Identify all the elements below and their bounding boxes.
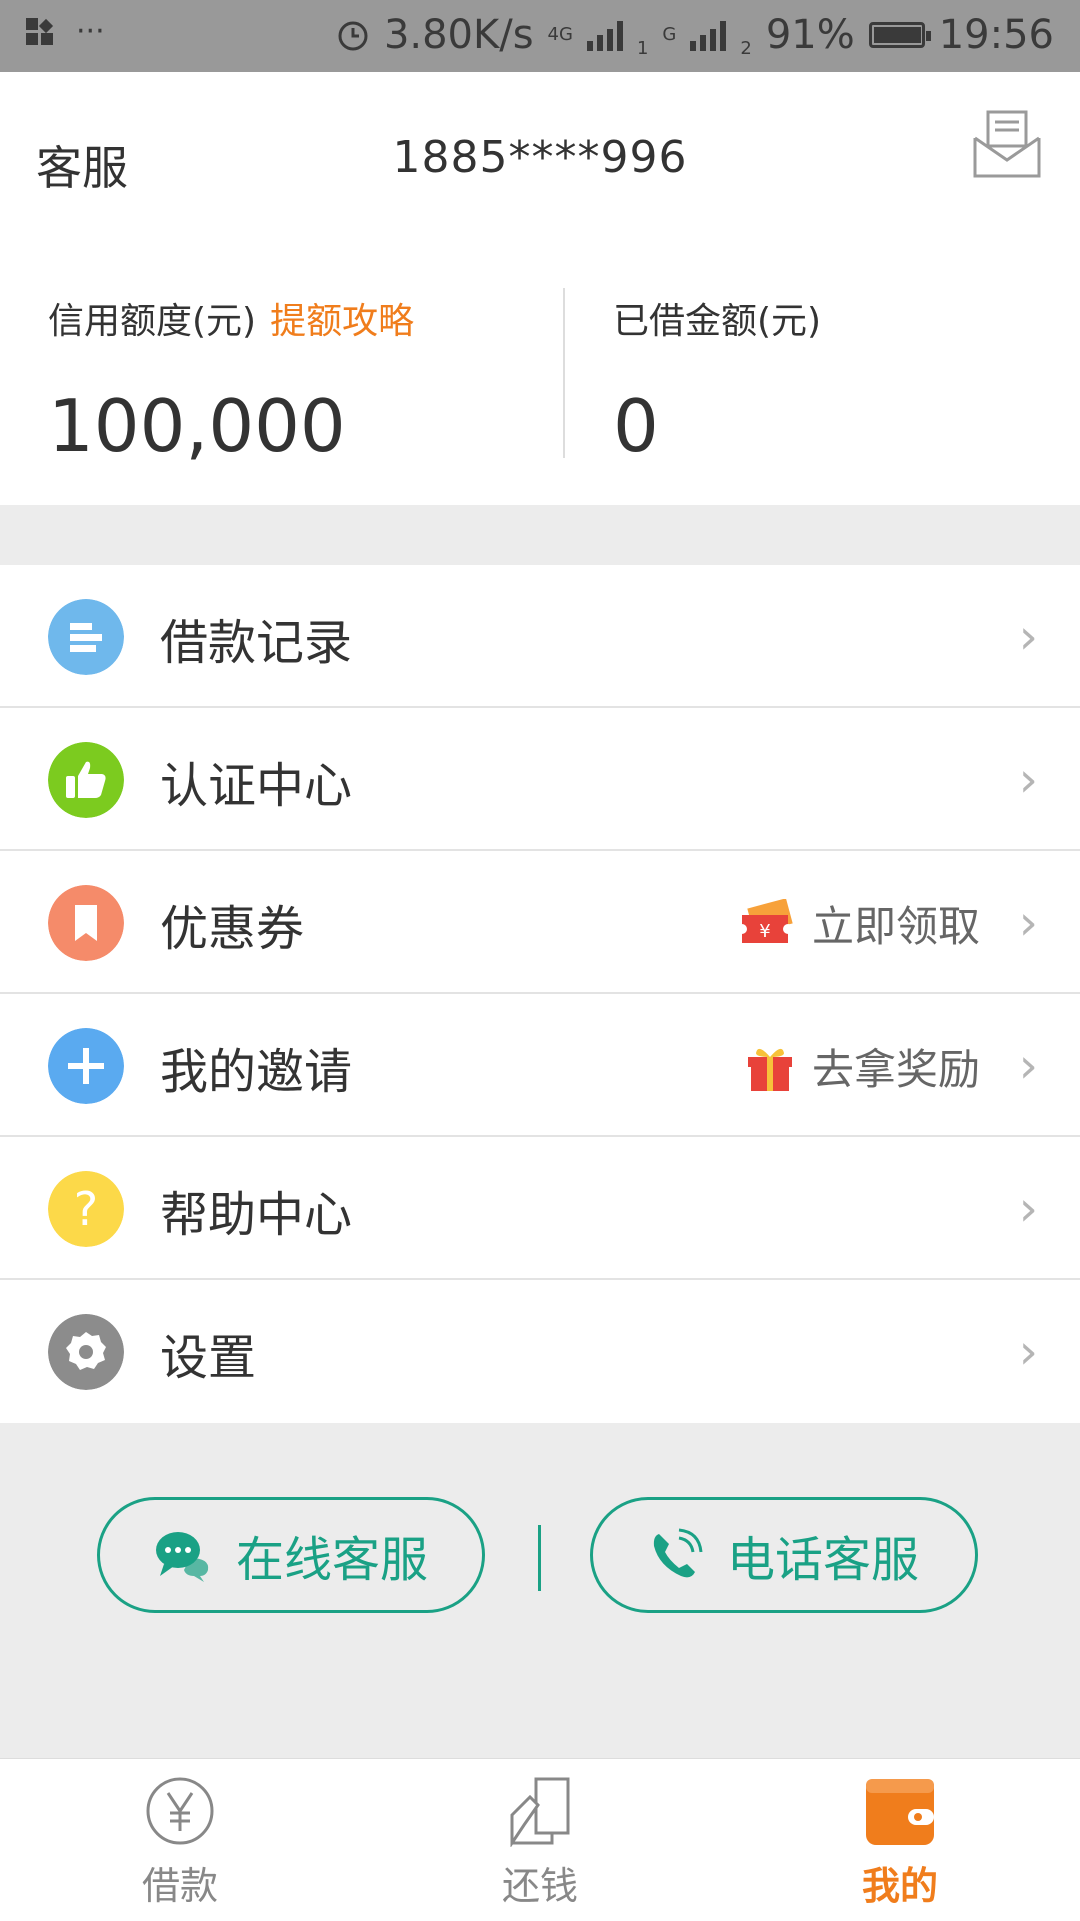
header: 客服 1885****996 — [0, 72, 1080, 220]
menu-item-label: 我的邀请 — [160, 1044, 353, 1100]
credit-limit-value: 100,000 — [48, 384, 346, 468]
bookmark-icon — [48, 885, 124, 961]
menu-item-settings[interactable]: 设置 › — [0, 1280, 1080, 1423]
tab-label: 还钱 — [501, 1864, 578, 1908]
phone-icon — [653, 1528, 703, 1578]
battery-icon — [868, 22, 931, 48]
chevron-right-icon: › — [1018, 752, 1038, 808]
message-icon[interactable] — [972, 110, 1042, 180]
tab-label: 借款 — [141, 1864, 218, 1908]
raise-limit-link[interactable]: 提额攻略 — [270, 301, 414, 342]
service-buttons: 在线客服 电话客服 — [0, 1497, 1080, 1622]
chat-icon — [155, 1532, 209, 1582]
menu-item-label: 设置 — [160, 1330, 257, 1386]
online-service-button[interactable]: 在线客服 — [97, 1497, 485, 1613]
status-bar: ··· 3.80K/s 4G 1 G 2 91% 19:56 — [0, 0, 1080, 72]
chevron-right-icon: › — [1018, 1038, 1038, 1094]
svg-text:?: ? — [74, 1182, 98, 1236]
borrowed-value: 0 — [613, 384, 659, 468]
repay-icon — [510, 1777, 570, 1848]
credit-divider — [563, 288, 565, 458]
chevron-right-icon: › — [1018, 1324, 1038, 1380]
borrowed-label: 已借金额(元) — [613, 301, 822, 342]
svg-text:¥: ¥ — [759, 921, 770, 942]
alarm-icon — [338, 21, 368, 51]
yen-icon — [146, 1777, 214, 1845]
chevron-right-icon: › — [1018, 1181, 1038, 1237]
sim1-label: 1 — [636, 38, 649, 59]
coupon-icon: ¥ — [739, 898, 793, 943]
menu-item-loan-records[interactable]: 借款记录 › — [0, 565, 1080, 708]
battery-percent: 91% — [765, 12, 855, 58]
menu-item-verification-center[interactable]: 认证中心 › — [0, 708, 1080, 851]
credit-panel: 信用额度(元) 提额攻略 100,000 已借金额(元) 0 — [0, 220, 1080, 505]
app-grid-icon — [26, 17, 54, 45]
menu-item-label: 优惠券 — [160, 901, 305, 957]
menu-item-my-invitations[interactable]: 我的邀请 去拿奖励 › — [0, 994, 1080, 1137]
signal-2-icon — [690, 19, 727, 51]
menu-item-coupons[interactable]: 优惠券 ¥ 立即领取 › — [0, 851, 1080, 994]
net-type-2: G — [662, 24, 677, 45]
credit-limit-label: 信用额度(元) — [48, 301, 257, 342]
menu-item-label: 帮助中心 — [160, 1187, 353, 1243]
net-speed: 3.80K/s — [383, 12, 534, 58]
menu-item-label: 借款记录 — [160, 615, 353, 671]
tab-borrow[interactable]: 借款 — [120, 1775, 240, 1910]
clock: 19:56 — [938, 12, 1054, 58]
phone-service-button[interactable]: 电话客服 — [590, 1497, 978, 1613]
menu-item-help-center[interactable]: ? 帮助中心 › — [0, 1137, 1080, 1280]
tab-mine[interactable]: 我的 — [840, 1775, 960, 1910]
menu-item-label: 认证中心 — [160, 758, 353, 814]
online-service-label: 在线客服 — [235, 1532, 428, 1588]
account-phone: 1885****996 — [392, 132, 688, 183]
question-icon: ? — [48, 1171, 124, 1247]
tab-repay[interactable]: 还钱 — [480, 1775, 600, 1910]
more-indicator: ··· — [76, 14, 105, 49]
bottom-tab-bar: 借款 还钱 我的 — [0, 1758, 1080, 1921]
service-divider — [538, 1525, 541, 1591]
chevron-right-icon: › — [1018, 895, 1038, 951]
chevron-right-icon: › — [1018, 609, 1038, 665]
net-type-1: 4G — [547, 24, 573, 45]
thumbs-up-icon — [48, 742, 124, 818]
gear-icon — [48, 1314, 124, 1390]
get-reward-text: 去拿奖励 — [811, 1045, 980, 1094]
signal-1-icon — [586, 19, 623, 51]
list-icon — [48, 599, 124, 675]
wallet-icon — [866, 1779, 934, 1845]
menu-list: 借款记录 › 认证中心 › 优惠券 ¥ 立即领取 › 我的邀请 去拿奖励 › ?… — [0, 565, 1080, 1423]
phone-service-label: 电话客服 — [726, 1532, 919, 1588]
gift-icon — [747, 1048, 792, 1091]
sim2-label: 2 — [740, 38, 752, 59]
claim-now-text: 立即领取 — [811, 902, 980, 951]
plus-icon — [48, 1028, 124, 1104]
tab-label: 我的 — [861, 1864, 938, 1908]
